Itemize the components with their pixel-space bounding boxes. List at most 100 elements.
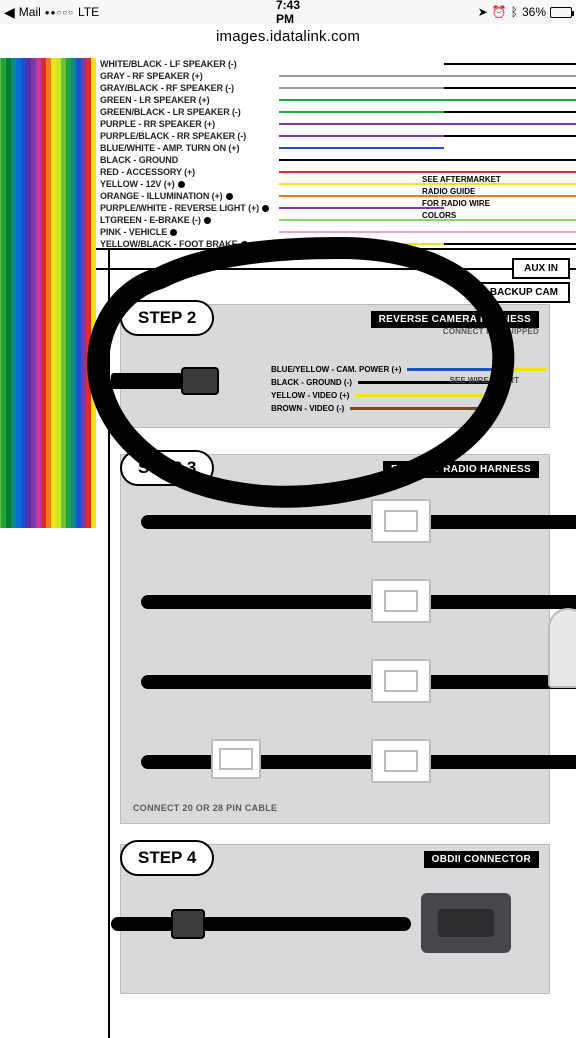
wire-label-row: PURPLE - RR SPEAKER (+) — [100, 118, 269, 130]
harness-plug-icon — [371, 499, 431, 543]
wire-label-text: YELLOW/BLACK - FOOT BRAKE — [100, 238, 238, 250]
wire-label-row: YELLOW - 12V (+) — [100, 178, 269, 190]
wire-line — [279, 159, 576, 161]
step3-section-title: FACTORY RADIO HARNESS — [383, 461, 539, 478]
wire-line — [279, 75, 576, 77]
wire-label-row: PINK - VEHICLE — [100, 226, 269, 238]
wire-label-row: GREEN - LR SPEAKER (+) — [100, 94, 269, 106]
carrier-label: LTE — [78, 5, 99, 19]
camera-wire-label: YELLOW - VIDEO (+) — [271, 389, 349, 402]
backup-cam-label: BACKUP CAM — [478, 282, 570, 303]
camera-wire-label: BROWN - VIDEO (-) — [271, 402, 344, 415]
wire-line — [279, 171, 576, 173]
wire-label-text: BLUE/WHITE - AMP. TURN ON (+) — [100, 142, 239, 154]
camera-wire-line — [407, 368, 547, 371]
wire-label-row: RED - ACCESSORY (+) — [100, 166, 269, 178]
battery-pct: 36% — [522, 5, 546, 19]
harness-plug-icon — [371, 739, 431, 783]
reverse-camera-wire-list: BLUE/YELLOW - CAM. POWER (+)BLACK - GROU… — [271, 363, 547, 415]
see-wire-chart-note: SEE WIRE CHART — [450, 375, 519, 386]
wire-label-row: BLACK - GROUND — [100, 154, 269, 166]
wire-line — [279, 63, 576, 65]
wire-label-text: YELLOW - 12V (+) — [100, 178, 175, 190]
camera-wire-label: BLUE/YELLOW - CAM. POWER (+) — [271, 363, 401, 376]
wire-label-text: BLACK - GROUND — [100, 154, 178, 166]
step3-footnote: CONNECT 20 OR 28 PIN CABLE — [133, 803, 277, 813]
wire-line — [279, 231, 576, 233]
wire-label-text: PURPLE/WHITE - REVERSE LIGHT (+) — [100, 202, 259, 214]
speaker-wire-label-list: WHITE/BLACK - LF SPEAKER (-)GRAY - RF SP… — [100, 58, 269, 250]
browser-url[interactable]: images.idatalink.com — [0, 24, 576, 53]
wire-label-row: ORANGE - ILLUMINATION (+) — [100, 190, 269, 202]
wire-label-row: LTGREEN - E-BRAKE (-) — [100, 214, 269, 226]
wire-terminal-dot-icon — [262, 205, 269, 212]
wire-label-text: PURPLE - RR SPEAKER (+) — [100, 118, 215, 130]
wire-label-text: PINK - VEHICLE — [100, 226, 167, 238]
step2-subtitle: CONNECT IF EQUIPPED — [443, 327, 539, 336]
obd-plug-small-icon — [171, 909, 205, 939]
wire-line — [279, 135, 576, 137]
wire-label-text: GRAY - RF SPEAKER (+) — [100, 70, 203, 82]
wire-label-text: PURPLE/BLACK - RR SPEAKER (-) — [100, 130, 246, 142]
wire-label-row: GRAY - RF SPEAKER (+) — [100, 70, 269, 82]
obd-cable — [111, 917, 411, 931]
wire-label-text: GRAY/BLACK - RF SPEAKER (-) — [100, 82, 234, 94]
camera-wire-label: BLACK - GROUND (-) — [271, 376, 352, 389]
ios-status-bar: ◀ Mail ●●○○○ LTE 7:43 PM ➤ ⏰ ᛒ 36% — [0, 0, 576, 24]
wire-line — [279, 123, 576, 125]
note-line: RADIO GUIDE — [422, 186, 562, 198]
wire-label-row: WHITE/BLACK - LF SPEAKER (-) — [100, 58, 269, 70]
bluetooth-icon: ᛒ — [511, 5, 518, 19]
camera-wire-line — [350, 407, 490, 410]
wire-label-text: GREEN - LR SPEAKER (+) — [100, 94, 210, 106]
camera-wire-line — [355, 394, 495, 397]
harness-plug-icon — [371, 579, 431, 623]
wire-label-row: GREEN/BLACK - LR SPEAKER (-) — [100, 106, 269, 118]
vehicle-icon — [548, 608, 576, 688]
wire-label-text: LTGREEN - E-BRAKE (-) — [100, 214, 201, 226]
wire-bundle — [0, 58, 104, 528]
step3-pill: STEP 3 — [120, 450, 214, 486]
wire-terminal-dot-icon — [241, 241, 248, 248]
wire-label-text: ORANGE - ILLUMINATION (+) — [100, 190, 223, 202]
step3-panel: FACTORY RADIO HARNESS CONNECT 20 OR 28 P… — [120, 454, 550, 824]
step2-section-title: REVERSE CAMERA HARNESS — [371, 311, 539, 328]
harness-plug-icon — [371, 659, 431, 703]
back-to-app-icon[interactable]: ◀ — [4, 4, 15, 21]
wire-label-text: GREEN/BLACK - LR SPEAKER (-) — [100, 106, 241, 118]
wire-line — [279, 111, 576, 113]
harness-cable — [141, 515, 576, 529]
wire-label-row: PURPLE/WHITE - REVERSE LIGHT (+) — [100, 202, 269, 214]
alarm-icon: ⏰ — [492, 5, 507, 19]
status-time: 7:43 PM — [276, 0, 300, 26]
wire-line — [279, 87, 576, 89]
harness-cable — [141, 675, 576, 689]
harness-cable — [141, 755, 576, 769]
wire-stripe — [91, 58, 96, 528]
step4-section-title: OBDII CONNECTOR — [424, 851, 539, 868]
camera-wire-row: BROWN - VIDEO (-) — [271, 402, 547, 415]
signal-dots-icon: ●●○○○ — [45, 8, 74, 17]
wire-label-text: WHITE/BLACK - LF SPEAKER (-) — [100, 58, 237, 70]
wire-label-text: RED - ACCESSORY (+) — [100, 166, 195, 178]
wire-label-row: BLUE/WHITE - AMP. TURN ON (+) — [100, 142, 269, 154]
wire-line — [279, 99, 576, 101]
status-left: ◀ Mail ●●○○○ LTE — [4, 4, 276, 21]
radio-wire-note: SEE AFTERMARKET RADIO GUIDE FOR RADIO WI… — [422, 174, 562, 222]
wire-line — [279, 243, 576, 245]
diagram-frame-line — [108, 248, 110, 1038]
wire-terminal-dot-icon — [204, 217, 211, 224]
wiring-diagram-viewport[interactable]: WHITE/BLACK - LF SPEAKER (-)GRAY - RF SP… — [0, 58, 576, 1024]
note-line: SEE AFTERMARKET — [422, 174, 562, 186]
wire-terminal-dot-icon — [226, 193, 233, 200]
wire-terminal-dot-icon — [178, 181, 185, 188]
step4-pill: STEP 4 — [120, 840, 214, 876]
note-line: FOR RADIO WIRE — [422, 198, 562, 210]
aux-in-label: AUX IN — [512, 258, 570, 279]
camera-wire-row: YELLOW - VIDEO (+) — [271, 389, 547, 402]
status-right: ➤ ⏰ ᛒ 36% — [300, 5, 572, 19]
step2-pill: STEP 2 — [120, 300, 214, 336]
obd-connector-icon — [421, 893, 511, 953]
back-to-app-label[interactable]: Mail — [19, 5, 41, 19]
harness-plug-small-icon — [211, 739, 261, 779]
